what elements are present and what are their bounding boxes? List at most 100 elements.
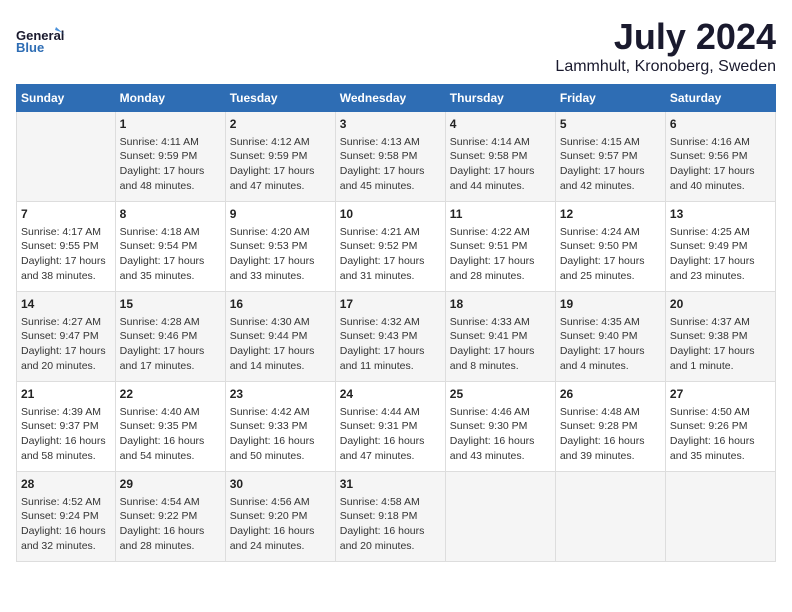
calendar-cell: 31 Sunrise: 4:58 AM Sunset: 9:18 PM Dayli… [335,472,445,562]
calendar-cell [17,112,116,202]
cell-details: Sunrise: 4:21 AM Sunset: 9:52 PM Dayligh… [340,225,441,284]
calendar-cell: 16 Sunrise: 4:30 AM Sunset: 9:44 PM Dayli… [225,292,335,382]
cell-details: Sunrise: 4:32 AM Sunset: 9:43 PM Dayligh… [340,315,441,374]
day-number: 17 [340,296,441,313]
calendar-cell: 19 Sunrise: 4:35 AM Sunset: 9:40 PM Dayli… [555,292,665,382]
cell-details: Sunrise: 4:33 AM Sunset: 9:41 PM Dayligh… [450,315,551,374]
day-number: 15 [120,296,221,313]
calendar-cell: 22 Sunrise: 4:40 AM Sunset: 9:35 PM Dayli… [115,382,225,472]
header-day-wednesday: Wednesday [335,85,445,112]
calendar-cell: 17 Sunrise: 4:32 AM Sunset: 9:43 PM Dayli… [335,292,445,382]
calendar-cell: 2 Sunrise: 4:12 AM Sunset: 9:59 PM Daylig… [225,112,335,202]
day-number: 27 [670,386,771,403]
day-number: 2 [230,116,331,133]
day-number: 26 [560,386,661,403]
calendar-cell: 4 Sunrise: 4:14 AM Sunset: 9:58 PM Daylig… [445,112,555,202]
day-number: 31 [340,476,441,493]
header-day-thursday: Thursday [445,85,555,112]
header-day-saturday: Saturday [665,85,775,112]
cell-details: Sunrise: 4:58 AM Sunset: 9:18 PM Dayligh… [340,495,441,554]
day-number: 24 [340,386,441,403]
calendar-cell: 20 Sunrise: 4:37 AM Sunset: 9:38 PM Dayli… [665,292,775,382]
day-number: 16 [230,296,331,313]
calendar-cell: 15 Sunrise: 4:28 AM Sunset: 9:46 PM Dayli… [115,292,225,382]
day-number: 7 [21,206,111,223]
cell-details: Sunrise: 4:17 AM Sunset: 9:55 PM Dayligh… [21,225,111,284]
header-day-monday: Monday [115,85,225,112]
cell-details: Sunrise: 4:27 AM Sunset: 9:47 PM Dayligh… [21,315,111,374]
day-number: 30 [230,476,331,493]
calendar-cell: 7 Sunrise: 4:17 AM Sunset: 9:55 PM Daylig… [17,202,116,292]
calendar-cell: 14 Sunrise: 4:27 AM Sunset: 9:47 PM Dayli… [17,292,116,382]
cell-details: Sunrise: 4:42 AM Sunset: 9:33 PM Dayligh… [230,405,331,464]
week-row-2: 7 Sunrise: 4:17 AM Sunset: 9:55 PM Daylig… [17,202,776,292]
calendar-cell: 9 Sunrise: 4:20 AM Sunset: 9:53 PM Daylig… [225,202,335,292]
cell-details: Sunrise: 4:35 AM Sunset: 9:40 PM Dayligh… [560,315,661,374]
day-number: 12 [560,206,661,223]
day-number: 10 [340,206,441,223]
calendar-cell: 29Sunrise: 4:54 AM Sunset: 9:22 PM Dayli… [115,472,225,562]
calendar-cell: 12 Sunrise: 4:24 AM Sunset: 9:50 PM Dayli… [555,202,665,292]
calendar-cell: 13 Sunrise: 4:25 AM Sunset: 9:49 PM Dayli… [665,202,775,292]
day-number: 6 [670,116,771,133]
cell-details: Sunrise: 4:14 AM Sunset: 9:58 PM Dayligh… [450,135,551,194]
day-number: 18 [450,296,551,313]
calendar-table: SundayMondayTuesdayWednesdayThursdayFrid… [16,84,776,562]
logo: General Blue [16,16,66,66]
title-block: July 2024 Lammhult, Kronoberg, Sweden [66,16,776,76]
cell-details: Sunrise: 4:20 AM Sunset: 9:53 PM Dayligh… [230,225,331,284]
cell-details: Sunrise: 4:13 AM Sunset: 9:58 PM Dayligh… [340,135,441,194]
day-number: 23 [230,386,331,403]
cell-details: Sunrise: 4:46 AM Sunset: 9:30 PM Dayligh… [450,405,551,464]
cell-details: Sunrise: 4:37 AM Sunset: 9:38 PM Dayligh… [670,315,771,374]
cell-details: Sunrise: 4:25 AM Sunset: 9:49 PM Dayligh… [670,225,771,284]
calendar-cell: 11 Sunrise: 4:22 AM Sunset: 9:51 PM Dayli… [445,202,555,292]
calendar-cell: 24Sunrise: 4:44 AM Sunset: 9:31 PM Dayli… [335,382,445,472]
calendar-cell: 8Sunrise: 4:18 AM Sunset: 9:54 PM Daylig… [115,202,225,292]
day-number: 21 [21,386,111,403]
page-header: General Blue GeneralBlue July 2024 Lammh… [16,16,776,76]
day-number: 14 [21,296,111,313]
logo-svg: General Blue [16,16,66,66]
cell-details: Sunrise: 4:18 AM Sunset: 9:54 PM Dayligh… [120,225,221,284]
header-day-tuesday: Tuesday [225,85,335,112]
day-number: 1 [120,116,221,133]
location: Lammhult, Kronoberg, Sweden [66,58,776,76]
week-row-1: 1 Sunrise: 4:11 AM Sunset: 9:59 PM Daylig… [17,112,776,202]
cell-details: Sunrise: 4:52 AM Sunset: 9:24 PM Dayligh… [21,495,111,554]
cell-details: Sunrise: 4:11 AM Sunset: 9:59 PM Dayligh… [120,135,221,194]
day-number: 19 [560,296,661,313]
header-day-friday: Friday [555,85,665,112]
calendar-cell: 30Sunrise: 4:56 AM Sunset: 9:20 PM Dayli… [225,472,335,562]
day-number: 11 [450,206,551,223]
cell-details: Sunrise: 4:30 AM Sunset: 9:44 PM Dayligh… [230,315,331,374]
day-number: 25 [450,386,551,403]
calendar-cell: 25 Sunrise: 4:46 AM Sunset: 9:30 PM Dayli… [445,382,555,472]
calendar-cell [445,472,555,562]
calendar-cell: 1 Sunrise: 4:11 AM Sunset: 9:59 PM Daylig… [115,112,225,202]
cell-details: Sunrise: 4:12 AM Sunset: 9:59 PM Dayligh… [230,135,331,194]
cell-details: Sunrise: 4:22 AM Sunset: 9:51 PM Dayligh… [450,225,551,284]
cell-details: Sunrise: 4:28 AM Sunset: 9:46 PM Dayligh… [120,315,221,374]
cell-details: Sunrise: 4:16 AM Sunset: 9:56 PM Dayligh… [670,135,771,194]
day-number: 13 [670,206,771,223]
month-year: July 2024 [66,16,776,58]
calendar-cell: 23 Sunrise: 4:42 AM Sunset: 9:33 PM Dayli… [225,382,335,472]
calendar-cell [555,472,665,562]
calendar-cell: 3Sunrise: 4:13 AM Sunset: 9:58 PM Daylig… [335,112,445,202]
calendar-cell: 6 Sunrise: 4:16 AM Sunset: 9:56 PM Daylig… [665,112,775,202]
day-number: 20 [670,296,771,313]
calendar-cell [665,472,775,562]
calendar-cell: 21Sunrise: 4:39 AM Sunset: 9:37 PM Dayli… [17,382,116,472]
day-number: 4 [450,116,551,133]
cell-details: Sunrise: 4:50 AM Sunset: 9:26 PM Dayligh… [670,405,771,464]
week-row-4: 21Sunrise: 4:39 AM Sunset: 9:37 PM Dayli… [17,382,776,472]
calendar-cell: 26Sunrise: 4:48 AM Sunset: 9:28 PM Dayli… [555,382,665,472]
day-number: 28 [21,476,111,493]
day-number: 9 [230,206,331,223]
cell-details: Sunrise: 4:40 AM Sunset: 9:35 PM Dayligh… [120,405,221,464]
day-number: 22 [120,386,221,403]
header-day-sunday: Sunday [17,85,116,112]
cell-details: Sunrise: 4:54 AM Sunset: 9:22 PM Dayligh… [120,495,221,554]
cell-details: Sunrise: 4:24 AM Sunset: 9:50 PM Dayligh… [560,225,661,284]
